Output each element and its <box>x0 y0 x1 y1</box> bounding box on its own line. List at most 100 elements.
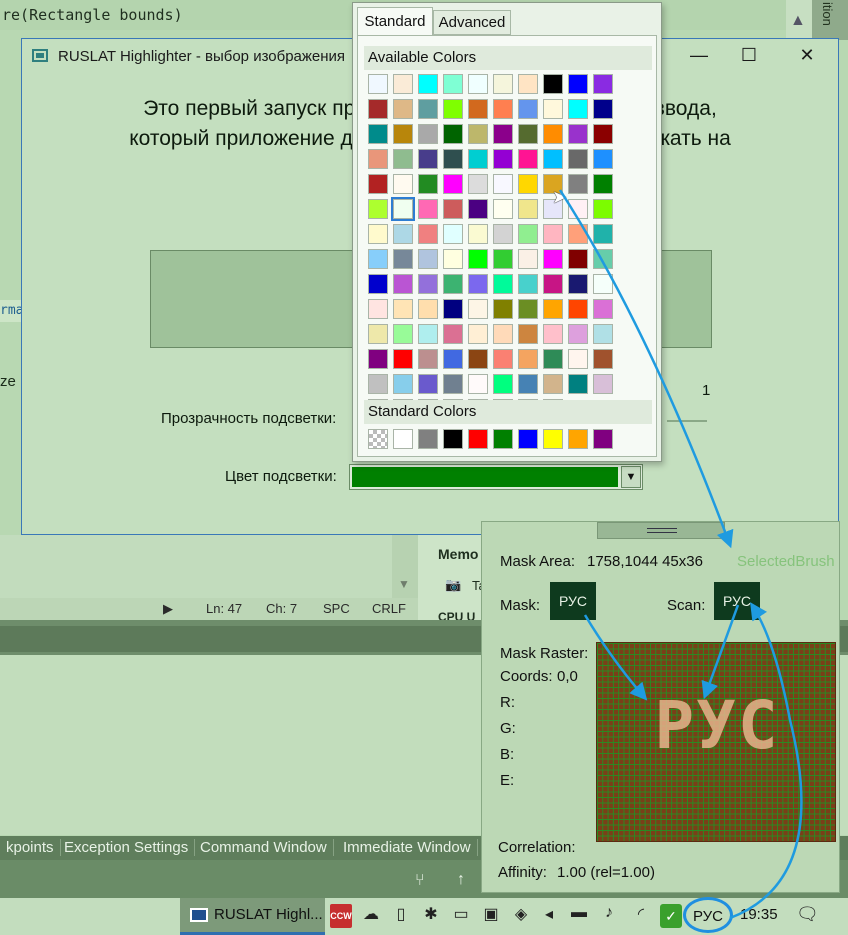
display-icon[interactable]: ▭ <box>450 904 472 928</box>
color-swatch[interactable] <box>393 249 413 269</box>
color-swatch[interactable] <box>493 249 513 269</box>
color-swatch[interactable] <box>518 324 538 344</box>
color-swatch[interactable] <box>593 199 613 219</box>
color-swatch[interactable] <box>518 249 538 269</box>
dropdown-arrow-icon[interactable]: ▼ <box>621 466 641 488</box>
color-swatch[interactable] <box>518 174 538 194</box>
color-swatch[interactable] <box>593 324 613 344</box>
color-swatch[interactable] <box>418 174 438 194</box>
color-swatch[interactable] <box>518 149 538 169</box>
tab-advanced[interactable]: Advanced <box>433 10 511 35</box>
network-icon[interactable]: ▣ <box>480 904 502 928</box>
color-swatch[interactable] <box>393 374 413 394</box>
standard-color-swatch[interactable] <box>418 429 438 449</box>
speaker-icon[interactable]: ◂ <box>538 904 560 928</box>
color-swatch[interactable] <box>518 274 538 294</box>
color-swatch[interactable] <box>543 149 563 169</box>
color-swatch[interactable] <box>418 124 438 144</box>
color-swatch[interactable] <box>543 74 563 94</box>
color-swatch[interactable] <box>443 299 463 319</box>
standard-color-swatch[interactable] <box>543 429 563 449</box>
color-swatch[interactable] <box>418 349 438 369</box>
scroll-right-icon[interactable]: ▶ <box>163 601 173 617</box>
up-arrow-icon[interactable]: ↑ <box>457 871 465 889</box>
color-swatch[interactable] <box>368 174 388 194</box>
scroll-up-icon[interactable]: ▲ <box>790 12 806 30</box>
color-swatch[interactable] <box>443 174 463 194</box>
color-swatch[interactable] <box>418 74 438 94</box>
wifi-icon[interactable]: ◜ <box>630 904 652 928</box>
color-swatch[interactable] <box>443 274 463 294</box>
color-swatch[interactable] <box>568 149 588 169</box>
standard-color-swatch[interactable] <box>568 429 588 449</box>
cloud-icon[interactable]: ☁ <box>360 904 382 928</box>
color-swatch[interactable] <box>518 224 538 244</box>
tab-immediate-window[interactable]: Immediate Window <box>337 839 478 856</box>
usb-icon[interactable]: ▯ <box>390 904 412 928</box>
color-swatch[interactable] <box>468 99 488 119</box>
color-swatch[interactable] <box>468 174 488 194</box>
color-swatch[interactable] <box>493 99 513 119</box>
color-swatch[interactable] <box>593 249 613 269</box>
tab-exception-settings[interactable]: Exception Settings <box>58 839 196 856</box>
color-swatch[interactable] <box>568 199 588 219</box>
color-swatch[interactable] <box>493 74 513 94</box>
color-swatch[interactable] <box>593 349 613 369</box>
color-swatch[interactable] <box>368 274 388 294</box>
color-swatch[interactable] <box>393 349 413 369</box>
color-swatch[interactable] <box>418 99 438 119</box>
close-icon[interactable]: ✕ <box>792 45 822 66</box>
color-swatch[interactable] <box>518 299 538 319</box>
color-swatch[interactable] <box>393 99 413 119</box>
color-swatch[interactable] <box>518 124 538 144</box>
color-swatch[interactable] <box>368 99 388 119</box>
color-swatch[interactable] <box>518 349 538 369</box>
color-swatch[interactable] <box>593 174 613 194</box>
color-swatch[interactable] <box>443 99 463 119</box>
bluetooth-icon[interactable]: ✱ <box>420 904 442 928</box>
color-swatch[interactable] <box>593 224 613 244</box>
color-swatch[interactable] <box>493 174 513 194</box>
color-swatch[interactable] <box>593 124 613 144</box>
color-swatch[interactable] <box>493 349 513 369</box>
color-swatch[interactable] <box>368 349 388 369</box>
color-swatch[interactable] <box>443 324 463 344</box>
standard-color-swatch[interactable] <box>493 429 513 449</box>
color-swatch[interactable] <box>468 324 488 344</box>
color-swatch[interactable] <box>443 349 463 369</box>
color-swatch[interactable] <box>368 124 388 144</box>
battery-icon[interactable]: ▬ <box>568 904 590 928</box>
color-swatch[interactable] <box>493 299 513 319</box>
color-swatch[interactable] <box>418 374 438 394</box>
color-swatch[interactable] <box>593 274 613 294</box>
color-swatch[interactable] <box>493 124 513 144</box>
standard-color-swatch[interactable] <box>593 429 613 449</box>
tab-breakpoints[interactable]: kpoints <box>0 839 61 856</box>
color-swatch[interactable] <box>368 374 388 394</box>
ccw-icon[interactable]: CCW <box>330 904 352 928</box>
color-swatch[interactable] <box>568 249 588 269</box>
color-swatch[interactable] <box>568 324 588 344</box>
color-swatch[interactable] <box>393 149 413 169</box>
notifications-icon[interactable]: 🗨 <box>796 904 819 925</box>
tab-standard[interactable]: Standard <box>357 7 433 35</box>
color-swatch[interactable] <box>391 197 415 221</box>
standard-color-swatch[interactable] <box>393 429 413 449</box>
color-swatch[interactable] <box>393 224 413 244</box>
color-swatch[interactable] <box>493 149 513 169</box>
opacity-slider[interactable] <box>667 420 707 422</box>
color-swatch[interactable] <box>518 199 538 219</box>
color-swatch[interactable] <box>493 224 513 244</box>
color-swatch[interactable] <box>468 249 488 269</box>
color-swatch[interactable] <box>568 374 588 394</box>
color-swatch[interactable] <box>568 99 588 119</box>
color-swatch[interactable] <box>568 349 588 369</box>
color-swatch[interactable] <box>518 74 538 94</box>
color-swatch[interactable] <box>468 299 488 319</box>
color-swatch[interactable] <box>393 299 413 319</box>
color-swatch[interactable] <box>418 249 438 269</box>
standard-color-swatch[interactable] <box>518 429 538 449</box>
security-icon[interactable]: ◈ <box>510 904 532 928</box>
color-swatch[interactable] <box>468 349 488 369</box>
standard-color-swatch[interactable] <box>443 429 463 449</box>
